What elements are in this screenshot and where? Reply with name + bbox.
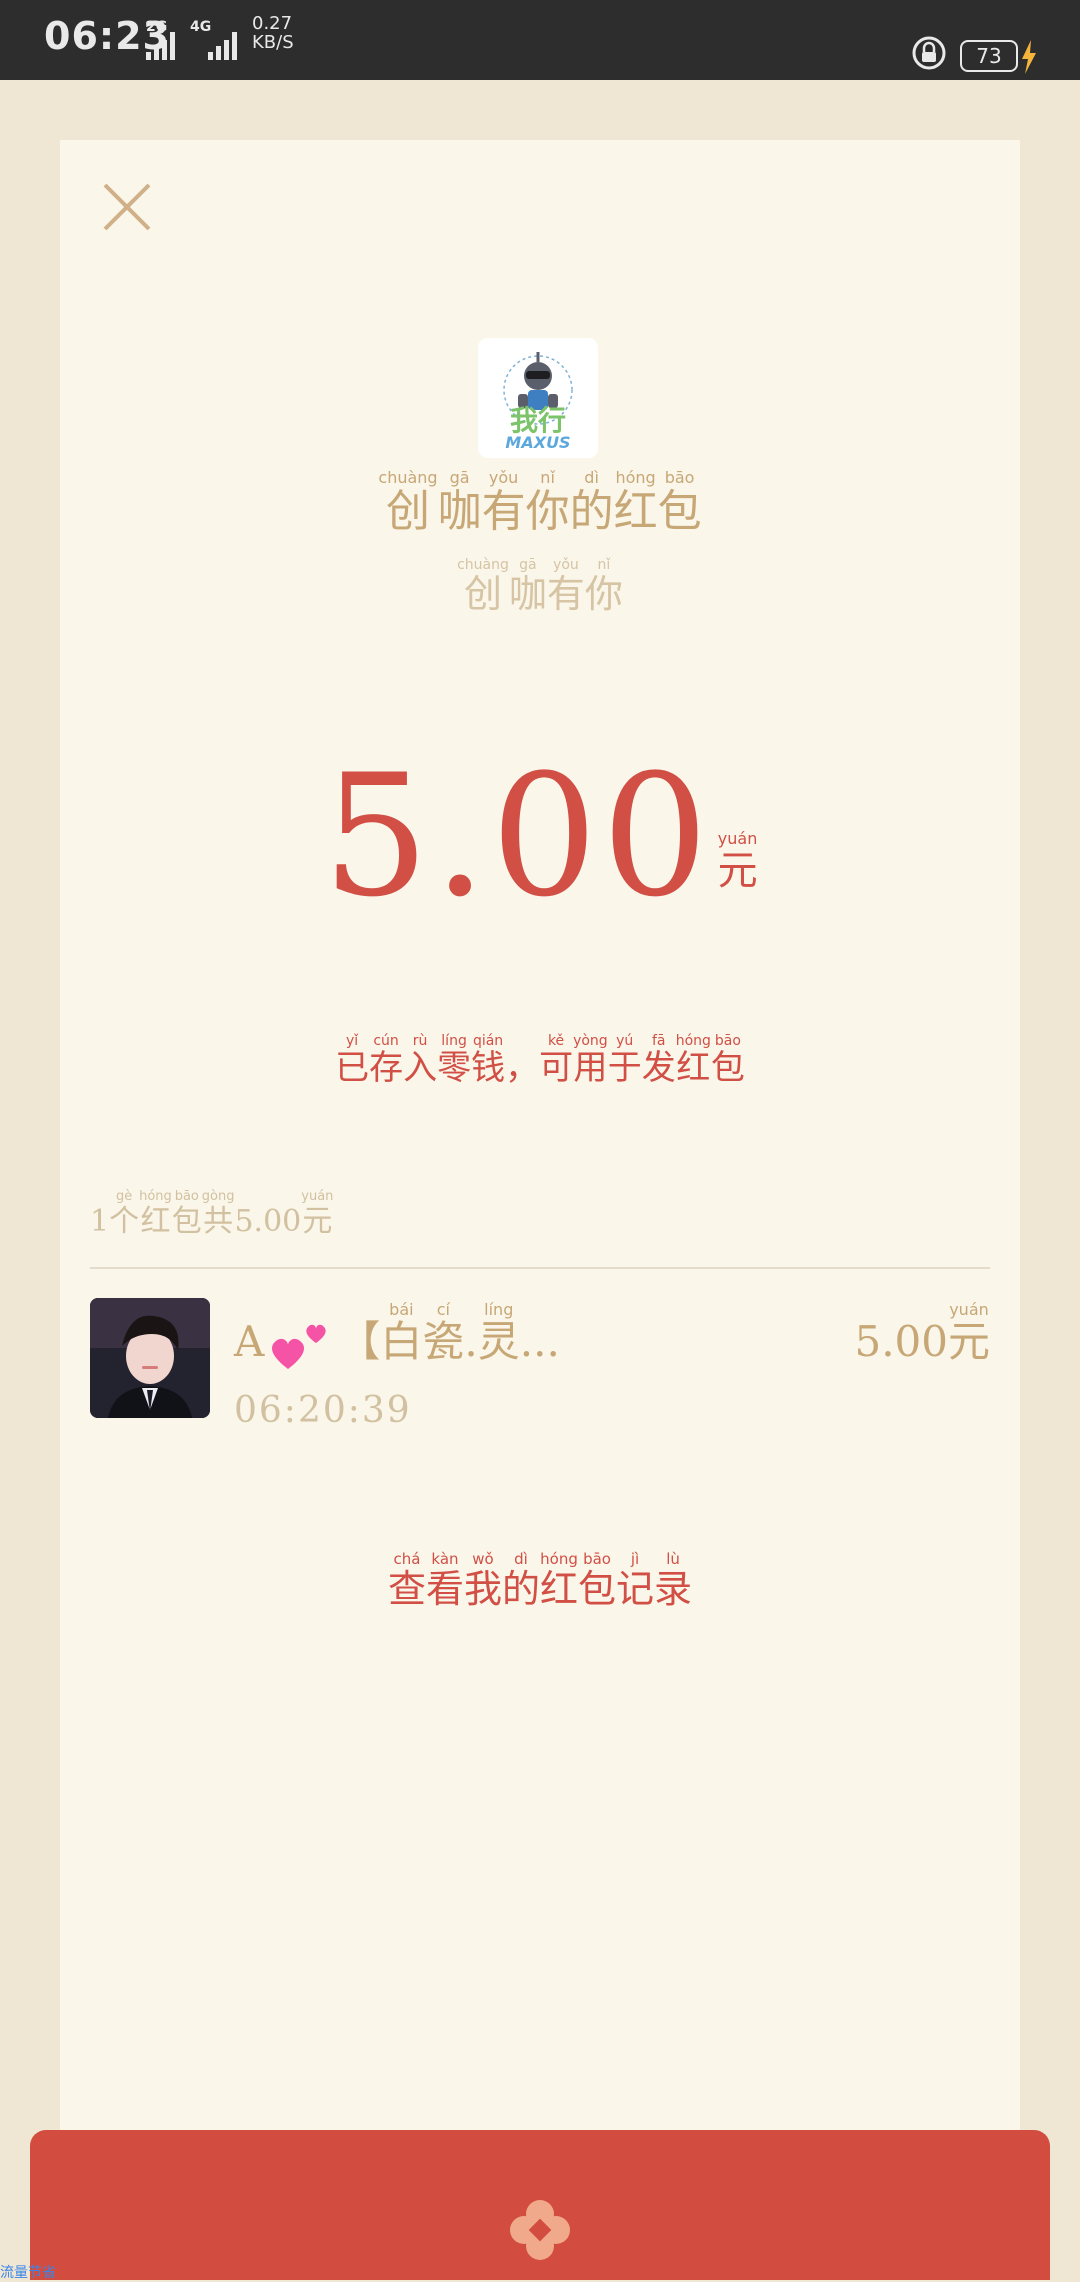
close-icon[interactable] <box>102 182 152 232</box>
ruby-char: 5.00 <box>854 1317 948 1366</box>
ruby-char: 可kě <box>539 1033 574 1088</box>
record-name-prefix: A <box>234 1317 265 1366</box>
ruby-char: 红hóng <box>613 468 658 537</box>
ruby-char: 咖gā <box>508 557 547 616</box>
ruby-char: 我wǒ <box>463 1550 502 1611</box>
ruby-char: . <box>464 1317 478 1366</box>
record-sender-name: A 【 白bái瓷cí. 灵líng... <box>234 1300 560 1373</box>
ruby-char: 看kàn <box>425 1550 464 1611</box>
ruby-char: 有yǒu <box>481 468 526 537</box>
hearts-icon <box>272 1324 326 1369</box>
ruby-char: 钱qián <box>471 1033 506 1088</box>
network-speed: 0.27 KB/S <box>252 14 294 52</box>
ruby-char: ... <box>519 1317 560 1366</box>
sender-avatar: 我行 MAXUS <box>478 338 598 458</box>
sender-packet-title: 创chuàng咖gā有yǒu你nǐ的dì红hóng包bāo <box>60 468 1020 539</box>
signal-icon <box>208 32 237 60</box>
ruby-char: 的dì <box>501 1550 540 1611</box>
received-amount: 5.00 元yuán <box>60 748 1020 924</box>
ruby-char: 录lù <box>654 1550 693 1611</box>
ruby-char: 咖gā <box>437 468 482 537</box>
ruby-char: 你nǐ <box>525 468 570 537</box>
ruby-char: 记jì <box>616 1550 655 1611</box>
ruby-char: 包bāo <box>710 1033 745 1088</box>
ruby-char: ， <box>505 1048 540 1088</box>
amount-value: 5.00 <box>322 738 713 934</box>
ruby-char: 的dì <box>569 468 614 537</box>
ruby-char: 红hóng <box>139 1189 172 1239</box>
ruby-char: 已yǐ <box>335 1033 370 1088</box>
flower-icon <box>510 2200 570 2260</box>
ruby-char: 用yòng <box>573 1033 608 1088</box>
ruby-char: 瓷cí <box>422 1300 465 1366</box>
ruby-char: 包bāo <box>578 1550 617 1611</box>
ruby-char: 1 <box>90 1204 110 1239</box>
signal-icon <box>146 32 175 60</box>
record-name-rest: 【 白bái瓷cí. 灵líng... <box>338 1300 560 1366</box>
ruby-char: 红hóng <box>675 1033 711 1088</box>
view-my-red-packet-records-link[interactable]: 查chá看kàn我wǒ的dì红hóng包bāo记jì录lù <box>60 1550 1020 1613</box>
ruby-char: 查chá <box>387 1550 426 1611</box>
status-bar: 06:23 2G 4G 0.27 KB/S 73 <box>0 0 1080 80</box>
maxus-logo: 我行 MAXUS <box>478 338 598 458</box>
user-photo <box>90 1298 210 1418</box>
red-packet-detail-card: 我行 MAXUS 创chuàng咖gā有yǒu你nǐ的dì红hóng包bāo 创… <box>60 140 1020 2185</box>
ruby-char: 发fā <box>641 1033 676 1088</box>
amount-unit: 元yuán <box>717 829 758 894</box>
bolt-icon <box>1022 40 1036 74</box>
ruby-char: 红hóng <box>540 1550 579 1611</box>
ruby-char: 【 <box>338 1317 381 1366</box>
ruby-char: 包bāo <box>171 1189 202 1239</box>
ruby-char: 元yuán <box>301 1189 334 1239</box>
ruby-char: 创chuàng <box>457 557 509 616</box>
record-amount: 5.00 元yuán <box>854 1300 990 1369</box>
ruby-char: 白bái <box>380 1300 423 1366</box>
ruby-char: 共gòng <box>201 1189 235 1239</box>
lock-icon <box>912 36 946 70</box>
svg-text:MAXUS: MAXUS <box>505 433 570 452</box>
divider <box>90 1267 990 1269</box>
list-item[interactable]: A 【 白bái瓷cí. 灵líng... 06:20:39 5.00 元yuá… <box>90 1298 990 1431</box>
ruby-char: 个gè <box>109 1189 140 1239</box>
ruby-char: 零líng <box>437 1033 472 1088</box>
record-time: 06:20:39 <box>234 1390 412 1431</box>
ruby-char: 5.00 <box>234 1204 302 1239</box>
ruby-char: 包bāo <box>657 468 702 537</box>
deposit-note: 已yǐ存cún入rù零líng钱qián， 可kě用yòng于yú发fā红hón… <box>60 1033 1020 1089</box>
ruby-char: 元yuán <box>947 1300 990 1366</box>
network-speed-unit: KB/S <box>252 32 294 53</box>
data-saver-label: 流量节省 <box>0 2265 56 2281</box>
packet-summary: 1 个gè红hóng包bāo共gòng5.00 元yuán <box>90 1189 334 1240</box>
sender-name: 创chuàng咖gā有yǒu你nǐ <box>60 557 1020 618</box>
network-speed-value: 0.27 <box>252 13 293 34</box>
ruby-char: 存cún <box>369 1033 404 1088</box>
ruby-char: 你nǐ <box>584 557 623 616</box>
ruby-char: 灵líng <box>477 1300 520 1366</box>
ruby-char: 入rù <box>403 1033 438 1088</box>
battery-indicator: 73 <box>960 40 1018 72</box>
avatar <box>90 1298 210 1418</box>
ruby-char: 创chuàng <box>378 468 438 537</box>
ruby-char: 有yǒu <box>546 557 585 616</box>
ruby-char: 于yú <box>607 1033 642 1088</box>
